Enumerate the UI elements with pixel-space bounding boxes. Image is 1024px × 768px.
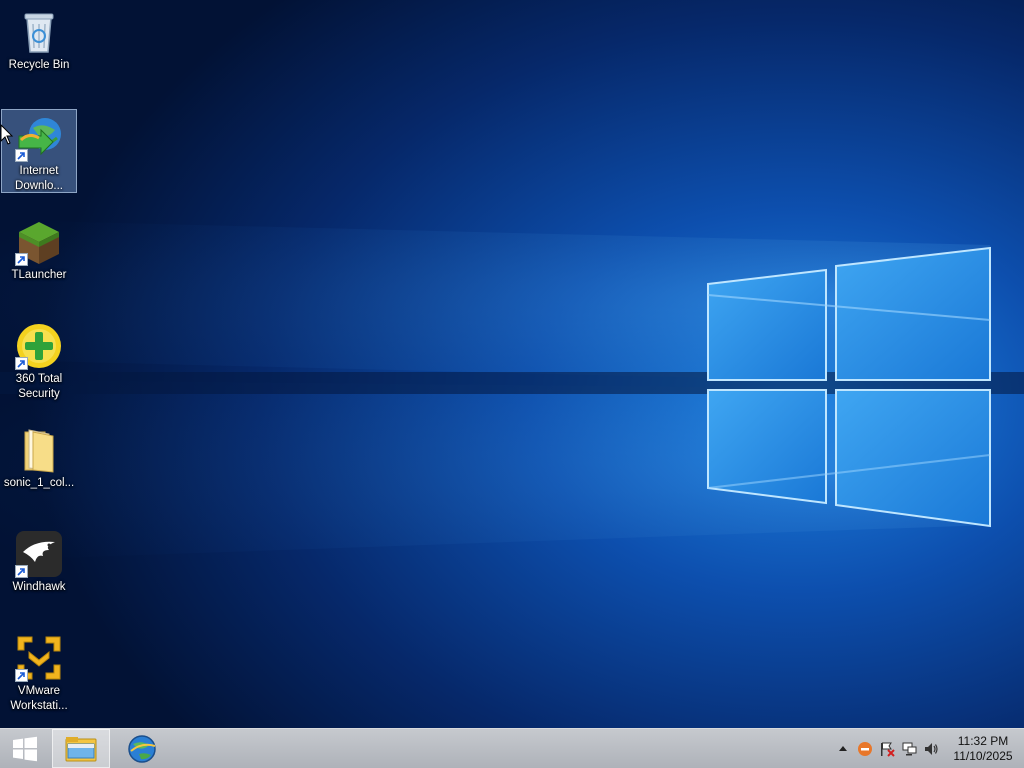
file-explorer-icon <box>65 736 97 761</box>
folder-icon <box>15 426 63 474</box>
desktop-icon-label: Internet Downlo... <box>15 165 63 192</box>
desktop-icon-label: TLauncher <box>11 269 67 281</box>
clock-date: 11/10/2025 <box>953 748 1013 763</box>
shortcut-arrow-icon <box>15 253 28 266</box>
shortcut-arrow-icon <box>15 357 28 370</box>
browser-globe-icon <box>128 734 156 763</box>
show-hidden-icons-button[interactable] <box>832 738 854 760</box>
360-tray-icon <box>858 741 872 756</box>
network-icon <box>902 742 917 755</box>
desktop-icon-label: VMware Workstati... <box>10 685 68 712</box>
volume-icon <box>925 742 938 755</box>
desktop-icon-internet-download-manager[interactable]: Internet Downlo... <box>1 109 77 193</box>
desktop-icon-sonic-folder[interactable]: sonic_1_col... <box>2 422 76 504</box>
desktop-icon-label: sonic_1_col... <box>3 477 75 489</box>
desktop-icon-tlauncher[interactable]: TLauncher <box>2 214 76 296</box>
shortcut-arrow-icon <box>15 149 28 162</box>
desktop-wallpaper <box>0 0 1024 728</box>
desktop-icon-windhawk[interactable]: Windhawk <box>2 526 76 608</box>
taskbar-file-explorer-button[interactable] <box>52 729 110 768</box>
desktop-icon-label: Recycle Bin <box>8 59 70 71</box>
desktop-icon-recycle-bin[interactable]: Recycle Bin <box>2 4 76 86</box>
taskbar-clock[interactable]: 11:32 PM 11/10/2025 <box>942 734 1024 764</box>
vmware-workstation-icon <box>15 634 63 682</box>
start-button[interactable] <box>0 729 50 768</box>
action-center-flag-icon <box>881 742 895 757</box>
tray-action-center-button[interactable] <box>876 738 898 760</box>
tray-360-button[interactable] <box>854 738 876 760</box>
recycle-bin-icon <box>15 8 63 56</box>
desktop-icon-label: 360 Total Security <box>15 373 63 400</box>
windows-logo-icon <box>13 736 37 761</box>
shortcut-arrow-icon <box>15 565 28 578</box>
chevron-up-icon <box>839 745 847 751</box>
desktop-icon-360-total-security[interactable]: 360 Total Security <box>2 318 76 400</box>
taskbar: 11:32 PM 11/10/2025 <box>0 728 1024 768</box>
shortcut-arrow-icon <box>15 669 28 682</box>
tray-network-button[interactable] <box>898 738 920 760</box>
tlauncher-icon <box>15 218 63 266</box>
internet-download-manager-icon <box>15 114 63 162</box>
tray-volume-button[interactable] <box>920 738 942 760</box>
system-tray: 11:32 PM 11/10/2025 <box>832 729 1024 768</box>
desktop-icon-label: Windhawk <box>12 581 66 593</box>
clock-time: 11:32 PM <box>957 733 1009 748</box>
taskbar-browser-button[interactable] <box>112 729 172 768</box>
windhawk-icon <box>15 530 63 578</box>
360-total-security-icon <box>15 322 63 370</box>
desktop-icon-vmware-workstation[interactable]: VMware Workstati... <box>2 630 76 712</box>
mouse-cursor-icon <box>0 124 14 145</box>
